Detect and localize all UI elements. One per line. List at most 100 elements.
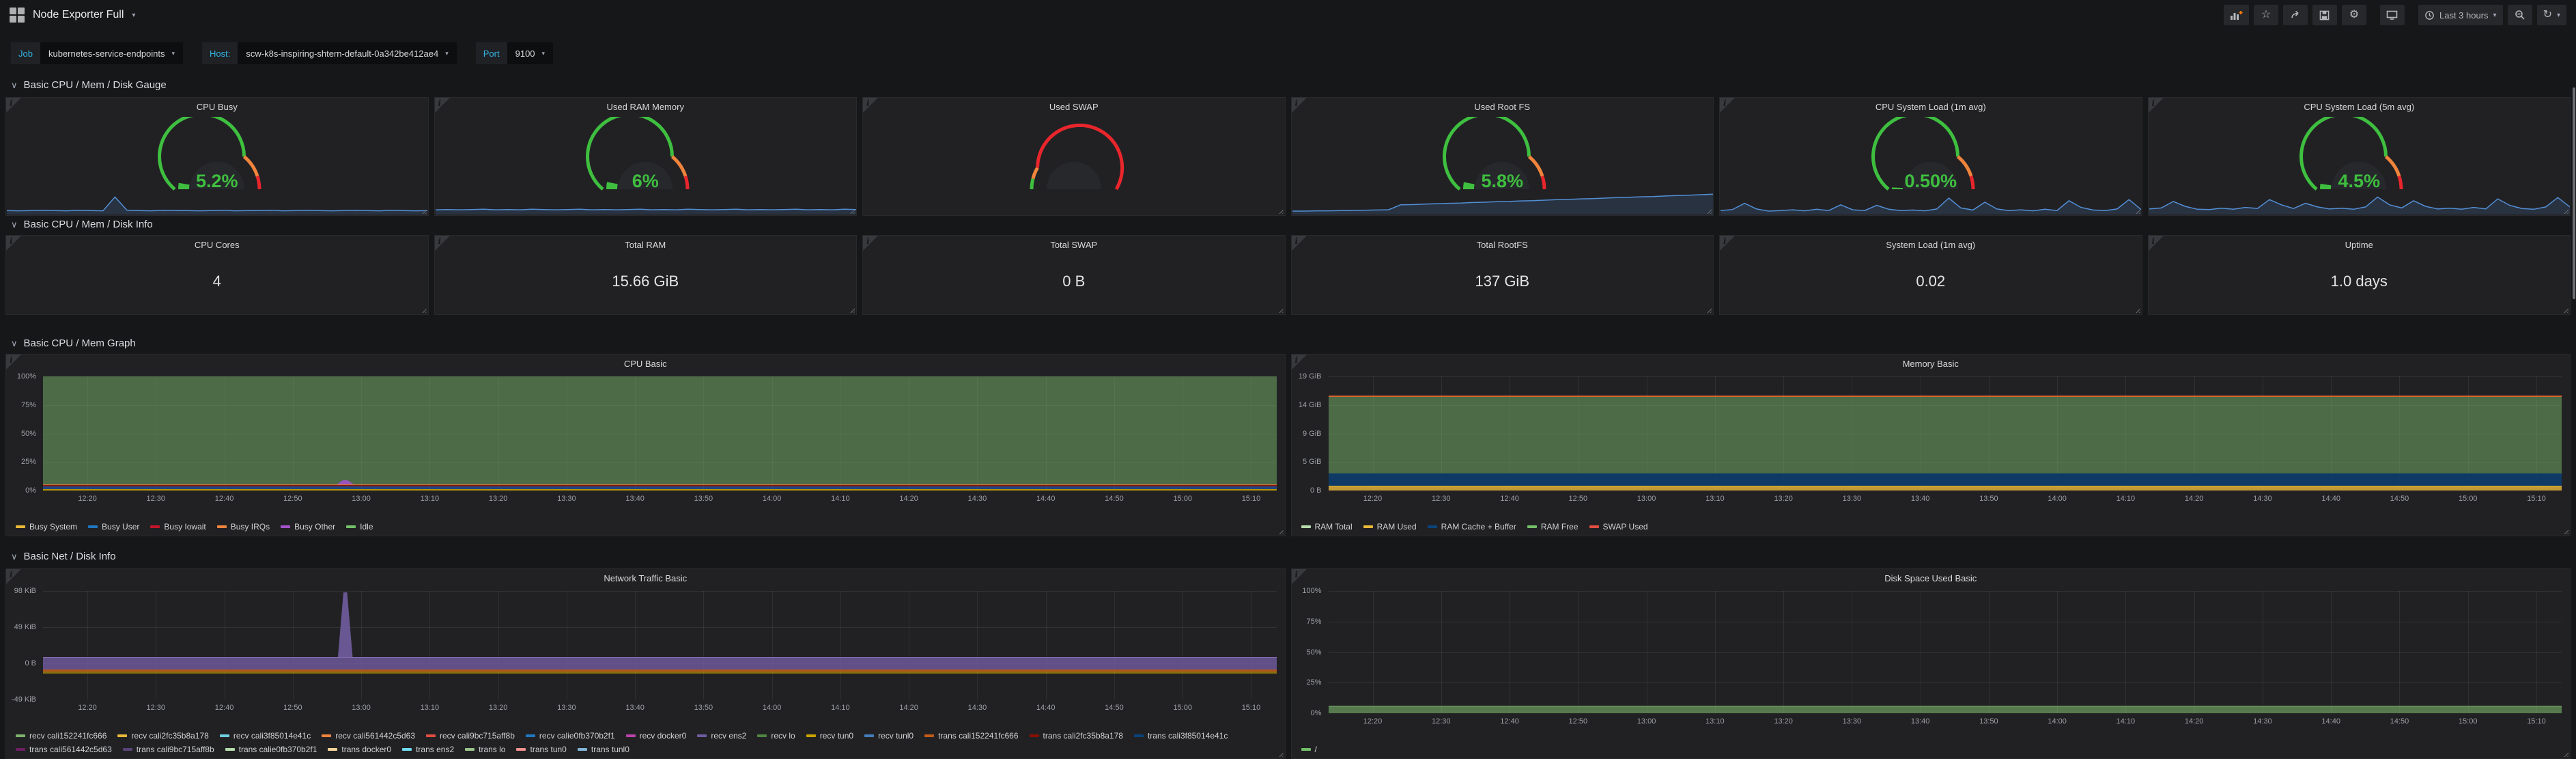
panel-title[interactable]: Used RAM Memory	[435, 98, 857, 115]
panel-cpu-load-1m: i CPU System Load (1m avg) 0.50%	[1719, 97, 2142, 216]
panel-title[interactable]: System Load (1m avg)	[1720, 236, 2142, 253]
panel-info-icon[interactable]: i	[1720, 98, 1736, 114]
title-caret-icon[interactable]: ▾	[132, 12, 135, 19]
panel-info-icon[interactable]: i	[1292, 569, 1308, 585]
panel-title[interactable]: Total RootFS	[1292, 236, 1714, 253]
cpu-chart[interactable]: 0%25%50%75%100%12:2012:3012:4012:5013:00…	[10, 372, 1279, 504]
panel-info-icon[interactable]: i	[6, 355, 23, 371]
legend-item[interactable]: RAM Total	[1301, 522, 1353, 532]
panel-info-icon[interactable]: i	[1292, 236, 1308, 252]
legend-item[interactable]: recv cali2fc35b8a178	[117, 731, 208, 741]
panel-title[interactable]: Total SWAP	[863, 236, 1285, 253]
legend-item[interactable]: recv tunl0	[864, 731, 914, 741]
legend-item[interactable]: recv cali3f85014e41c	[220, 731, 311, 741]
row-header-net[interactable]: ∨ Basic Net / Disk Info	[11, 551, 116, 562]
legend-item[interactable]: RAM Used	[1363, 522, 1417, 532]
panel-title[interactable]: CPU System Load (5m avg)	[2149, 98, 2571, 115]
legend-item[interactable]: recv lo	[757, 731, 795, 741]
stat-value: 0 B	[863, 253, 1285, 314]
refresh-button[interactable]: ↻ ▾	[2537, 5, 2566, 25]
legend-item[interactable]: trans lo	[465, 745, 505, 754]
legend-item[interactable]: trans ens2	[402, 745, 454, 754]
panel-info-icon[interactable]: i	[6, 98, 23, 114]
row-header-gauge[interactable]: ∨ Basic CPU / Mem / Disk Gauge	[11, 79, 167, 91]
legend-item[interactable]: recv ens2	[697, 731, 746, 741]
tv-mode-button[interactable]	[2380, 5, 2405, 25]
legend-item[interactable]: RAM Free	[1527, 522, 1579, 532]
panel-title[interactable]: Used Root FS	[1292, 98, 1714, 115]
time-range-picker[interactable]: Last 3 hours ▾	[2418, 5, 2503, 25]
legend-item[interactable]: trans calie0fb370b2f1	[225, 745, 317, 754]
variable-host-select[interactable]: scw-k8s-inspiring-shtern-default-0a342be…	[238, 42, 456, 64]
save-button[interactable]	[2312, 5, 2337, 25]
legend-item[interactable]: Busy Other	[281, 522, 335, 532]
legend-item[interactable]: recv cali152241fc666	[16, 731, 107, 741]
dashboard-grid-icon[interactable]	[10, 8, 25, 23]
legend-item[interactable]: trans tun0	[516, 745, 566, 754]
row-header-graph[interactable]: ∨ Basic CPU / Mem Graph	[11, 337, 136, 349]
panel-info-icon[interactable]: i	[1292, 98, 1308, 114]
panel-info-icon[interactable]: i	[2149, 98, 2165, 114]
panel-info-icon[interactable]: i	[6, 569, 23, 585]
legend-item[interactable]: recv cali9bc715aff8b	[426, 731, 515, 741]
legend-item[interactable]: trans cali9bc715aff8b	[123, 745, 214, 754]
legend-item[interactable]: trans cali152241fc666	[924, 731, 1018, 741]
legend-item[interactable]: Busy System	[16, 522, 77, 532]
share-button[interactable]	[2283, 5, 2308, 25]
panel-title[interactable]: Total RAM	[435, 236, 857, 253]
panel-title[interactable]: CPU Cores	[6, 236, 428, 253]
panel-title[interactable]: CPU Basic	[6, 355, 1285, 372]
legend-item[interactable]: recv tun0	[806, 731, 853, 741]
legend-item[interactable]: recv cali561442c5d63	[322, 731, 415, 741]
panel-used-ram: i Used RAM Memory 6%	[434, 97, 858, 216]
legend-item[interactable]: trans cali2fc35b8a178	[1030, 731, 1123, 741]
resize-handle[interactable]	[1277, 528, 1284, 534]
resize-handle[interactable]	[2562, 528, 2568, 534]
variable-job-select[interactable]: kubernetes-service-endpoints ▾	[40, 42, 183, 64]
resize-handle[interactable]	[2562, 751, 2568, 757]
panel-title[interactable]: Memory Basic	[1292, 355, 2571, 372]
dashboard-title[interactable]: Node Exporter Full	[33, 9, 124, 21]
panel-title[interactable]: CPU System Load (1m avg)	[1720, 98, 2142, 115]
panel-info-icon[interactable]: i	[1292, 355, 1308, 371]
panel-info-icon[interactable]: i	[2149, 236, 2165, 252]
legend-item[interactable]: trans docker0	[328, 745, 391, 754]
legend-item[interactable]: /	[1301, 745, 1317, 754]
legend-item[interactable]: recv docker0	[626, 731, 687, 741]
legend-item[interactable]: recv calie0fb370b2f1	[526, 731, 615, 741]
panel-title[interactable]: Network Traffic Basic	[6, 569, 1285, 587]
legend-item[interactable]: Busy IRQs	[217, 522, 270, 532]
panel-title[interactable]: CPU Busy	[6, 98, 428, 115]
zoom-out-button[interactable]	[2508, 5, 2532, 25]
add-panel-button[interactable]	[2224, 5, 2249, 25]
network-chart[interactable]: -49 KiB0 B49 KiB98 KiB12:2012:3012:4012:…	[10, 587, 1279, 713]
panel-title[interactable]: Uptime	[2149, 236, 2571, 253]
panel-title[interactable]: Used SWAP	[863, 98, 1285, 115]
panel-info-icon[interactable]: i	[863, 236, 879, 252]
star-button[interactable]: ☆	[2254, 5, 2278, 25]
legend-item[interactable]: SWAP Used	[1589, 522, 1648, 532]
panel-info-icon[interactable]: i	[1720, 236, 1736, 252]
graph-panel-row: i CPU Basic 0%25%50%75%100%12:2012:3012:…	[5, 354, 2571, 536]
disk-chart[interactable]: 0%25%50%75%100%12:2012:3012:4012:5013:00…	[1296, 587, 2565, 727]
legend-item[interactable]: Busy User	[88, 522, 139, 532]
legend-item[interactable]: trans tunl0	[578, 745, 629, 754]
legend-item[interactable]: trans cali3f85014e41c	[1134, 731, 1228, 741]
panel-system-load: i System Load (1m avg) 0.02	[1719, 235, 2142, 315]
panel-info-icon[interactable]: i	[435, 98, 451, 114]
row-header-info[interactable]: ∨ Basic CPU / Mem / Disk Info	[11, 219, 153, 230]
panel-info-icon[interactable]: i	[6, 236, 23, 252]
legend-item[interactable]: RAM Cache + Buffer	[1428, 522, 1516, 532]
panel-title[interactable]: Disk Space Used Basic	[1292, 569, 2571, 587]
variable-port-select[interactable]: 9100 ▾	[507, 42, 553, 64]
panel-info-icon[interactable]: i	[863, 98, 879, 114]
resize-handle[interactable]	[1277, 751, 1284, 757]
panel-used-rootfs: i Used Root FS 5.8%	[1291, 97, 1714, 216]
legend-item[interactable]: Busy Iowait	[150, 522, 206, 532]
panel-info-icon[interactable]: i	[435, 236, 451, 252]
scrollbar[interactable]	[2573, 87, 2575, 299]
settings-button[interactable]: ⚙	[2342, 5, 2366, 25]
legend-item[interactable]: trans cali561442c5d63	[16, 745, 112, 754]
legend-item[interactable]: Idle	[346, 522, 373, 532]
memory-chart[interactable]: 0 B5 GiB9 GiB14 GiB19 GiB12:2012:3012:40…	[1296, 372, 2565, 504]
